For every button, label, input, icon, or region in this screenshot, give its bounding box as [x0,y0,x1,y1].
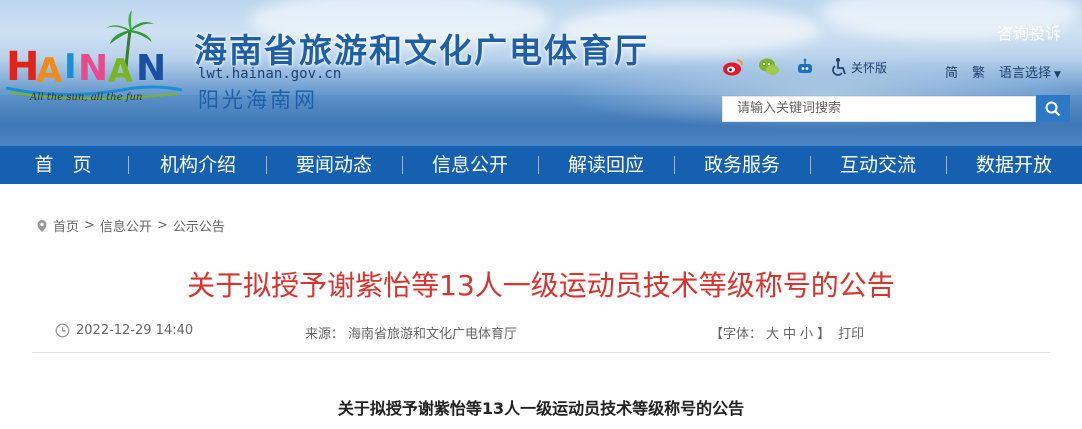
article-meta: 2022-12-29 14:40 来源： 海南省旅游和文化广电体育厅 【字体：大中… [0,320,1082,342]
weibo-icon[interactable] [722,56,744,78]
font-size-small[interactable]: 小 [800,327,813,342]
lang-select[interactable]: 语言选择 ▼ [999,62,1061,81]
care-label: 关怀版 [851,60,888,75]
breadcrumb-home[interactable]: 首页 [53,216,79,235]
nav-item-home[interactable]: 首 页 [20,146,106,184]
search-input[interactable]: 请输入关键词搜索 [722,96,1036,122]
breadcrumb-separator: > [84,218,95,233]
svg-text:A: A [108,52,133,90]
lang-simplified[interactable]: 简 [945,62,958,81]
breadcrumb-announcements[interactable]: 公示公告 [173,216,225,235]
site-url: lwt.hainan.gov.cn [198,66,342,82]
nav-item-interaction[interactable]: 互动交流 [830,146,926,184]
font-size-label: 【字体： [710,327,763,342]
svg-text:A: A [36,51,63,91]
main-nav: 首 页 机构介绍 要闻动态 信息公开 解读回应 政务服务 互动交流 数据开放 [0,145,1082,184]
site-subtitle: 阳光海南网 [198,88,318,112]
nav-divider [946,156,947,174]
consult-complaint-link[interactable]: 咨询投诉 [997,20,1061,44]
nav-divider [402,156,403,174]
publish-date: 2022-12-29 14:40 [76,323,194,338]
content-divider [32,352,1050,353]
robot-icon[interactable] [794,56,816,78]
search-button[interactable] [1036,95,1070,122]
source-label: 来源： [305,327,345,342]
nav-divider [128,156,129,174]
site-name[interactable]: 海南省旅游和文化广电体育厅 [194,24,649,72]
logo-tagline: All the sun, all the fun [30,92,143,103]
font-size-close: 】 [817,327,831,342]
lang-traditional[interactable]: 繁 [972,62,985,81]
nav-item-disclosure[interactable]: 信息公开 [422,146,518,184]
nav-divider [674,156,675,174]
print-button[interactable]: 打印 [838,327,864,342]
nav-divider [810,156,811,174]
location-pin-icon [37,219,47,232]
nav-item-open-data[interactable]: 数据开放 [966,146,1062,184]
svg-text:N: N [78,48,108,89]
nav-item-interpretation[interactable]: 解读回应 [558,146,654,184]
svg-text:H: H [6,44,39,90]
breadcrumb-separator: > [156,218,168,233]
lang-select-label: 语言选择 [999,66,1052,81]
nav-item-organization[interactable]: 机构介绍 [150,146,246,184]
language-switcher: 简 繁 语言选择 ▼ [945,62,1075,81]
elderly-care-link[interactable]: 关怀版 [830,57,887,77]
nav-item-news[interactable]: 要闻动态 [286,146,382,184]
search-icon [1045,101,1061,116]
svg-text:I: I [64,47,77,87]
social-links: 关怀版 [722,56,887,78]
nav-divider [266,156,267,174]
font-size-medium[interactable]: 中 [783,327,796,342]
site-header: H A I N A N All the sun, all the fun 海南省… [0,0,1082,145]
accessibility-icon [832,58,846,76]
source-name: 海南省旅游和文化广电体育厅 [348,327,518,342]
font-size-controls: 【字体：大中小】打印 [708,323,866,342]
nav-item-services[interactable]: 政务服务 [694,146,790,184]
font-size-large[interactable]: 大 [766,327,779,342]
svg-text:N: N [136,48,166,89]
breadcrumb-disclosure[interactable]: 信息公开 [100,216,152,235]
breadcrumb: 首页 > 信息公开 > 公示公告 [36,216,225,235]
article-body-title: 关于拟授予谢紫怡等13人一级运动员技术等级称号的公告 [337,399,745,418]
article-source: 来源： 海南省旅游和文化广电体育厅 [305,323,517,342]
article-title: 关于拟授予谢紫怡等13人一级运动员技术等级称号的公告 [187,269,895,302]
chevron-down-icon: ▼ [1054,70,1061,80]
clock-icon [55,323,70,338]
nav-divider [538,156,539,174]
wechat-icon[interactable] [758,56,780,78]
